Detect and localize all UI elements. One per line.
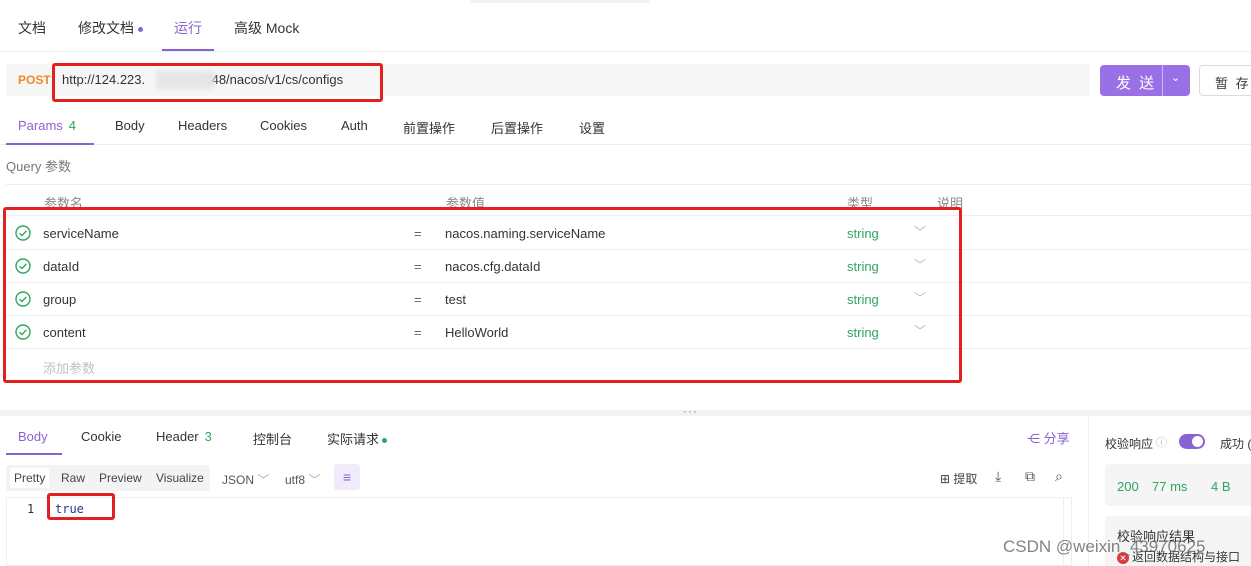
response-stats: 200 77 ms 4 B <box>1105 464 1251 506</box>
tab-post-ops[interactable]: 后置操作 <box>491 118 543 137</box>
tab-cookies[interactable]: Cookies <box>260 118 307 133</box>
tab-response-body[interactable]: Body <box>18 429 48 444</box>
format-visualize[interactable]: Visualize <box>156 471 204 485</box>
response-editor[interactable]: 1 true <box>6 497 1072 566</box>
success-label: 成功 ( <box>1220 437 1251 451</box>
watermark: CSDN @weixin_43970625 <box>1003 537 1206 556</box>
tab-edit-docs-label: 修改文档 <box>78 20 134 36</box>
encoding-select[interactable]: utf8 ﹀ <box>285 471 320 488</box>
top-strip <box>470 0 650 3</box>
tab-edit-docs[interactable]: 修改文档 <box>78 18 143 38</box>
tab-advanced-mock[interactable]: 高级 Mock <box>234 18 299 38</box>
url-highlight-box <box>52 63 383 102</box>
search-icon[interactable]: ⌕ <box>1055 468 1063 485</box>
verify-toggle[interactable] <box>1179 434 1205 449</box>
tab-response-cookie[interactable]: Cookie <box>81 429 121 444</box>
response-time: 77 ms <box>1152 479 1188 494</box>
format-select-value: JSON <box>222 473 255 487</box>
send-divider <box>1162 65 1163 96</box>
request-tab-bar: Params 4 Body Headers Cookies Auth 前置操作 后… <box>0 105 1251 145</box>
verify-response-label: 校验响应 <box>1105 437 1154 451</box>
format-pretty[interactable]: Pretty <box>10 468 50 488</box>
format-select[interactable]: JSON ﹀ <box>222 471 269 488</box>
active-tab-underline <box>162 49 214 51</box>
encoding-select-value: utf8 <box>285 473 306 487</box>
tab-docs[interactable]: 文档 <box>18 18 46 38</box>
params-count: 4 <box>68 118 77 133</box>
save-button[interactable]: 暂 存 <box>1199 65 1251 96</box>
response-size: 4 B <box>1211 479 1231 494</box>
tab-params[interactable]: Params 4 <box>18 118 76 133</box>
format-preview[interactable]: Preview <box>99 471 142 485</box>
format-raw[interactable]: Raw <box>61 471 85 485</box>
tab-run[interactable]: 运行 <box>174 18 202 38</box>
share-label: 分享 <box>1043 431 1070 446</box>
tab-settings[interactable]: 设置 <box>579 118 605 137</box>
query-params-title: Query 参数 <box>6 159 72 174</box>
save-button-label: 暂 存 <box>1215 76 1251 91</box>
response-highlight-box <box>47 493 115 520</box>
tab-params-label: Params <box>18 118 63 133</box>
share-button[interactable]: ⋲ 分享 <box>1027 428 1070 447</box>
help-icon[interactable]: ⓘ <box>1156 434 1167 450</box>
tab-actual-request-label: 实际请求 <box>327 432 380 447</box>
unsaved-dot <box>138 26 143 32</box>
tab-headers[interactable]: Headers <box>178 118 227 133</box>
top-tab-bar: 文档 修改文档 运行 高级 Mock <box>0 0 1251 52</box>
send-button[interactable]: 发 送 ⌄ <box>1100 65 1190 96</box>
tab-console[interactable]: 控制台 <box>253 429 292 448</box>
extract-button[interactable]: ⊞ 提取 <box>940 470 977 487</box>
send-button-label: 发 送 <box>1116 75 1157 92</box>
chevron-down-icon[interactable]: ⌄ <box>1171 71 1180 84</box>
line-number: 1 <box>27 502 35 516</box>
chevron-down-icon: ﹀ <box>308 473 321 487</box>
wrap-lines-icon[interactable]: ≡ <box>334 464 360 490</box>
method-label[interactable]: POST <box>18 73 51 87</box>
params-highlight-box <box>3 207 962 383</box>
tab-response-header-label: Header <box>156 429 199 444</box>
response-tab-bar: Body Cookie Header 3 控制台 实际请求 <box>0 416 1088 456</box>
active-tab-underline <box>6 143 94 145</box>
tab-actual-request[interactable]: 实际请求 <box>327 429 388 448</box>
share-icon: ⋲ <box>1027 431 1040 446</box>
tab-pre-ops[interactable]: 前置操作 <box>403 118 455 137</box>
format-toggle-group: Pretty Raw Preview Visualize <box>6 465 210 491</box>
chevron-down-icon: ﹀ <box>257 473 270 487</box>
tab-body[interactable]: Body <box>115 118 145 133</box>
tab-response-header[interactable]: Header 3 <box>156 429 212 444</box>
extract-icon: ⊞ <box>940 472 951 486</box>
toggle-knob <box>1192 436 1203 447</box>
header-count: 3 <box>204 429 212 444</box>
tab-auth[interactable]: Auth <box>341 118 368 133</box>
copy-icon[interactable]: ⧉ <box>1025 468 1035 485</box>
active-tab-underline <box>6 453 62 455</box>
status-dot <box>382 438 388 444</box>
download-icon[interactable]: ⤓ <box>995 468 1001 485</box>
status-code: 200 <box>1117 479 1139 494</box>
extract-label: 提取 <box>953 472 978 486</box>
